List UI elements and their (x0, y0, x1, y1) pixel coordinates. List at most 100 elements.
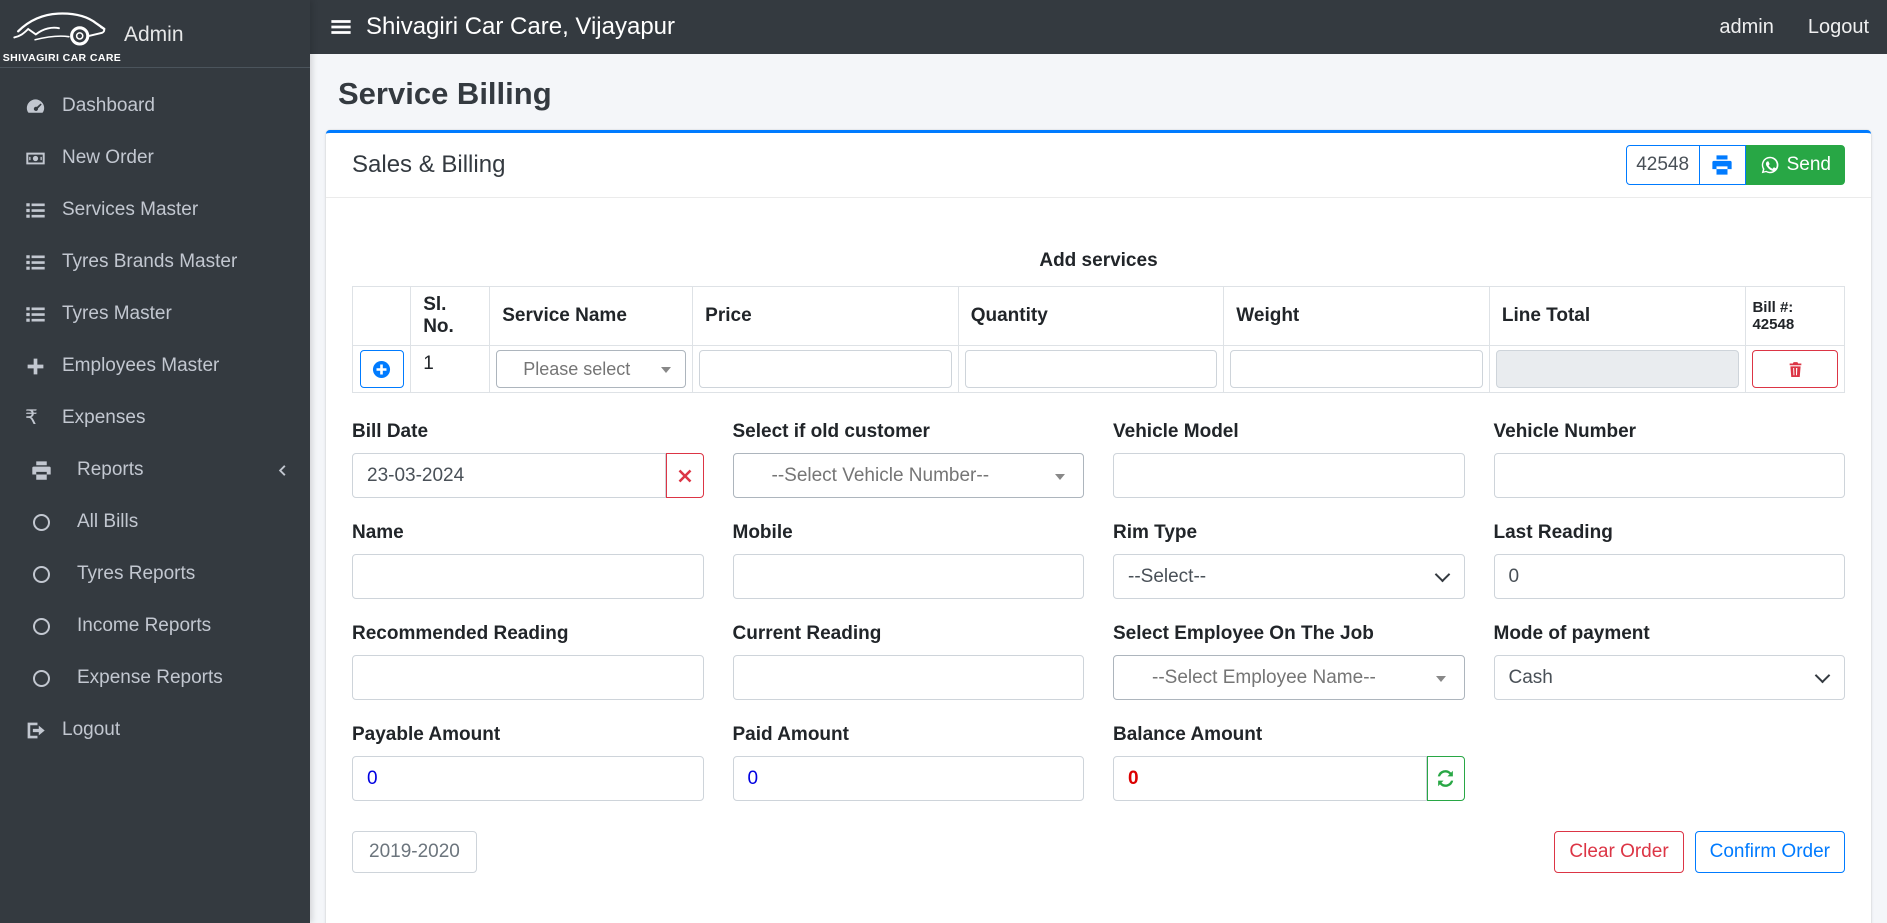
service-name-select[interactable]: Please select (496, 350, 687, 388)
paid-amount-field: Paid Amount (732, 724, 1084, 801)
card-header: Sales & Billing Send (326, 133, 1871, 198)
vehicle-number-input[interactable] (1493, 453, 1845, 498)
printer-icon (1712, 155, 1732, 175)
billing-form: Bill Date Select if old customer --Selec… (352, 421, 1845, 801)
col-header-weight: Weight (1223, 286, 1490, 346)
sidebar-item-tyres-reports: Tyres Reports (0, 548, 310, 600)
navbar-logout-link[interactable]: Logout (1808, 16, 1869, 39)
payable-amount-label: Payable Amount (352, 724, 501, 745)
name-input[interactable] (352, 554, 704, 599)
balance-amount-label: Balance Amount (1113, 724, 1263, 745)
vehicle-number-field: Vehicle Number (1493, 421, 1845, 498)
empty-grid-cell (1494, 724, 1846, 801)
whatsapp-icon (1761, 156, 1779, 174)
delete-row-button[interactable] (1752, 350, 1838, 388)
current-reading-input[interactable] (732, 655, 1084, 700)
navbar-user-link[interactable]: admin (1719, 16, 1773, 39)
old-customer-select[interactable]: --Select Vehicle Number-- (732, 453, 1084, 498)
money-bill-icon (25, 148, 53, 169)
last-reading-input[interactable] (1493, 554, 1845, 599)
quantity-input[interactable] (964, 350, 1218, 388)
confirm-order-button[interactable]: Confirm Order (1694, 831, 1845, 873)
navbar-right: admin Logout (1719, 16, 1869, 39)
payable-amount-field: Payable Amount (352, 724, 704, 801)
rim-type-label: Rim Type (1113, 522, 1198, 543)
sidebar-item-label: Dashboard (62, 95, 155, 116)
top-navbar: Shivagiri Car Care, Vijayapur admin Logo… (310, 0, 1887, 54)
list-icon (25, 252, 53, 273)
service-select-value: Please select (523, 358, 631, 379)
balance-amount-field: Balance Amount (1113, 724, 1465, 801)
sidebar-link-employees-master[interactable]: Employees Master (0, 340, 310, 392)
rim-type-field: Rim Type --Select-- (1113, 522, 1465, 599)
content: Service Billing Sales & Billing Send (310, 54, 1887, 923)
add-row-button[interactable] (359, 350, 404, 388)
old-customer-select-value: --Select Vehicle Number-- (771, 464, 990, 486)
col-header-price: Price (692, 286, 959, 346)
navbar-left: Shivagiri Car Care, Vijayapur (330, 13, 675, 41)
col-header-quantity: Quantity (957, 286, 1225, 346)
bill-date-field: Bill Date (352, 421, 704, 498)
recommended-reading-label: Recommended Reading (352, 623, 569, 644)
payment-mode-label: Mode of payment (1493, 623, 1650, 644)
mobile-label: Mobile (732, 522, 793, 543)
clear-order-button[interactable]: Clear Order (1554, 831, 1684, 873)
sidebar-link-tyres-master[interactable]: Tyres Master (0, 288, 310, 340)
hamburger-icon[interactable] (330, 16, 352, 38)
rim-type-select[interactable]: --Select-- (1113, 554, 1465, 599)
sidebar-link-all-bills[interactable]: All Bills (0, 496, 310, 548)
clear-date-button[interactable] (665, 453, 704, 498)
app-window: SHIVAGIRI CAR CARE Admin Dashboard New O… (0, 0, 1887, 923)
bill-number-input[interactable] (1625, 145, 1700, 185)
current-reading-label: Current Reading (732, 623, 882, 644)
plus-icon (25, 356, 53, 377)
name-field: Name (352, 522, 704, 599)
sidebar-item-label: Services Master (62, 199, 199, 220)
sidebar-link-expenses[interactable]: ₹ Expenses (0, 392, 310, 444)
footer-buttons: Clear Order Confirm Order (1554, 831, 1845, 873)
sidebar-link-tyres-reports[interactable]: Tyres Reports (0, 548, 310, 600)
sidebar-link-logout[interactable]: Logout (0, 704, 310, 756)
sidebar-item-tyres-brands-master: Tyres Brands Master (0, 236, 310, 288)
employee-select[interactable]: --Select Employee Name-- (1113, 655, 1465, 700)
paid-amount-input[interactable] (732, 756, 1084, 801)
sidebar-item-label: All Bills (77, 511, 139, 532)
bill-date-input[interactable] (352, 453, 666, 498)
rupee-icon: ₹ (25, 407, 38, 429)
sidebar-link-new-order[interactable]: New Order (0, 132, 310, 184)
service-row: 1 Please select (351, 345, 1845, 393)
navbar-title: Shivagiri Car Care, Vijayapur (366, 13, 676, 40)
sidebar-item-expenses: ₹ Expenses (0, 392, 310, 444)
current-reading-field: Current Reading (732, 623, 1084, 700)
payment-mode-select[interactable]: Cash (1493, 655, 1845, 700)
sync-icon (1437, 770, 1454, 787)
mobile-input[interactable] (732, 554, 1084, 599)
sidebar-link-dashboard[interactable]: Dashboard (0, 80, 310, 132)
recommended-reading-input[interactable] (352, 655, 704, 700)
print-button[interactable] (1699, 145, 1746, 185)
price-input[interactable] (699, 350, 952, 388)
list-icon (25, 304, 53, 325)
recalculate-button[interactable] (1426, 756, 1465, 801)
sidebar-item-new-order: New Order (0, 132, 310, 184)
card-body: Add services Sl. No. Service Name Price (326, 198, 1871, 923)
sidebar-item-reports: Reports (0, 444, 310, 496)
sidebar-link-services-master[interactable]: Services Master (0, 184, 310, 236)
sidebar-link-expense-reports[interactable]: Expense Reports (0, 652, 310, 704)
sidebar-item-label: Tyres Reports (77, 563, 196, 584)
sidebar-link-income-reports[interactable]: Income Reports (0, 600, 310, 652)
whatsapp-send-button[interactable]: Send (1745, 145, 1845, 185)
sidebar: SHIVAGIRI CAR CARE Admin Dashboard New O… (0, 0, 310, 923)
sidebar-item-label: Tyres Master (62, 303, 172, 324)
payable-amount-input[interactable] (352, 756, 704, 801)
list-icon (25, 200, 53, 221)
balance-amount-input[interactable] (1113, 756, 1427, 801)
sidebar-brand[interactable]: SHIVAGIRI CAR CARE Admin (0, 0, 310, 68)
vehicle-model-input[interactable] (1113, 453, 1465, 498)
sidebar-link-tyres-brands-master[interactable]: Tyres Brands Master (0, 236, 310, 288)
weight-input[interactable] (1230, 350, 1483, 388)
brand-logo: SHIVAGIRI CAR CARE (3, 6, 121, 64)
add-services-heading: Add services (1039, 250, 1158, 271)
sidebar-link-reports[interactable]: Reports (0, 444, 310, 496)
trash-icon (1789, 361, 1802, 377)
